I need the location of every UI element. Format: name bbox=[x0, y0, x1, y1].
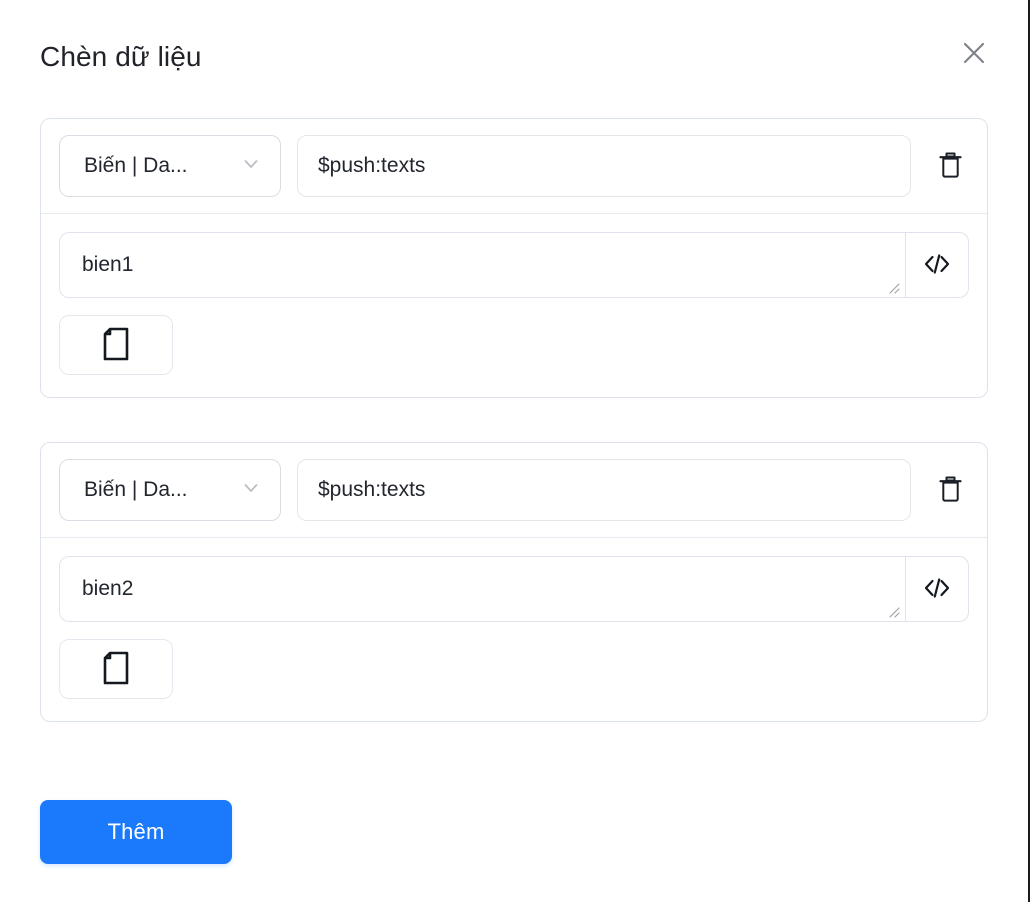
chevron-down-icon bbox=[240, 153, 262, 180]
value-editor-group bbox=[59, 232, 969, 298]
variable-type-select[interactable]: Biến | Da... bbox=[59, 459, 281, 521]
data-path-input[interactable] bbox=[297, 135, 911, 197]
file-picker-button[interactable] bbox=[59, 639, 173, 699]
file-icon bbox=[99, 325, 133, 366]
delete-row-button[interactable] bbox=[927, 465, 973, 515]
trash-icon bbox=[937, 150, 964, 183]
value-textarea[interactable] bbox=[59, 232, 905, 298]
code-icon bbox=[921, 251, 953, 280]
page-title: Chèn dữ liệu bbox=[40, 41, 202, 73]
file-icon bbox=[99, 649, 133, 690]
chevron-down-icon bbox=[240, 477, 262, 504]
data-row-header: Biến | Da... bbox=[41, 119, 987, 214]
value-editor-group bbox=[59, 556, 969, 622]
data-row-body bbox=[41, 538, 987, 721]
data-rows-list: Biến | Da... bbox=[40, 118, 988, 766]
modal-header: Chèn dữ liệu bbox=[0, 0, 1028, 118]
data-path-input[interactable] bbox=[297, 459, 911, 521]
close-button[interactable] bbox=[955, 34, 993, 72]
variable-type-select[interactable]: Biến | Da... bbox=[59, 135, 281, 197]
delete-row-button[interactable] bbox=[927, 141, 973, 191]
data-row-card: Biến | Da... bbox=[40, 442, 988, 722]
code-editor-button[interactable] bbox=[905, 556, 969, 622]
value-textarea[interactable] bbox=[59, 556, 905, 622]
variable-type-select-label: Biến | Da... bbox=[84, 154, 188, 178]
close-icon bbox=[960, 39, 988, 67]
value-textarea-wrap bbox=[59, 232, 905, 298]
variable-type-select-label: Biến | Da... bbox=[84, 478, 188, 502]
data-row-body bbox=[41, 214, 987, 397]
file-picker-button[interactable] bbox=[59, 315, 173, 375]
value-textarea-wrap bbox=[59, 556, 905, 622]
data-row-card: Biến | Da... bbox=[40, 118, 988, 398]
code-editor-button[interactable] bbox=[905, 232, 969, 298]
insert-data-modal: Chèn dữ liệu Biến | Da... bbox=[0, 0, 1030, 902]
trash-icon bbox=[937, 474, 964, 507]
code-icon bbox=[921, 575, 953, 604]
submit-button[interactable]: Thêm bbox=[40, 800, 232, 864]
data-row-header: Biến | Da... bbox=[41, 443, 987, 538]
